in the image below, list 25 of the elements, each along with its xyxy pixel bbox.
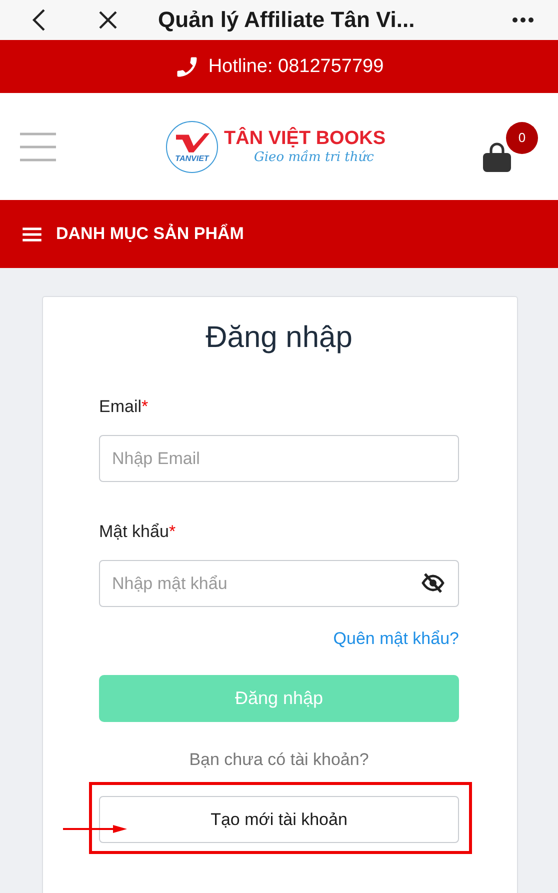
eye-slash-icon[interactable]: [421, 573, 445, 593]
email-field[interactable]: Nhập Email: [99, 435, 459, 482]
field-label: Email: [99, 397, 142, 416]
brand-name: TÂN VIỆT BOOKS: [224, 128, 386, 150]
page-title: Quản lý Affiliate Tân Vi...: [158, 7, 415, 33]
password-field[interactable]: Nhập mật khẩu: [99, 560, 459, 607]
forgot-password-link[interactable]: Quên mật khẩu?: [333, 629, 459, 648]
field-label: Mật khẩu: [99, 522, 169, 541]
logo-mark: TANVIET: [175, 154, 209, 163]
category-bar[interactable]: DANH MỤC SẢN PHẨM: [0, 200, 558, 268]
close-icon[interactable]: [98, 10, 118, 30]
signup-prompt: Bạn chưa có tài khoản?: [188, 750, 370, 770]
category-label: DANH MỤC SẢN PHẨM: [56, 224, 244, 244]
hotline-text[interactable]: Hotline: 0812757799: [208, 56, 384, 78]
pointer-arrow: [63, 824, 127, 834]
shopping-bag-icon[interactable]: [482, 142, 512, 172]
login-title: Đăng nhập: [204, 321, 354, 355]
required-mark: *: [168, 522, 176, 541]
back-icon[interactable]: [32, 8, 46, 32]
required-mark: *: [142, 397, 148, 416]
slogan: Gieo mầm tri thức: [254, 150, 375, 165]
cart-count-badge: 0: [506, 122, 538, 154]
more-icon[interactable]: [512, 17, 534, 23]
menu-icon: [22, 226, 42, 242]
create-account-button[interactable]: Tạo mới tài khoản: [99, 796, 459, 843]
